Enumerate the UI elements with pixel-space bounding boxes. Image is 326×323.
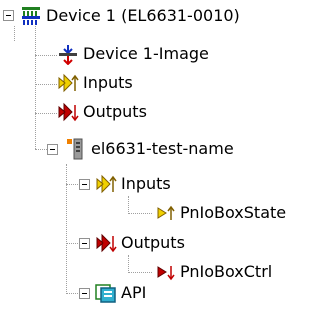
tree-connector <box>35 84 57 85</box>
inputs-icon <box>57 72 79 94</box>
tree-connector <box>35 113 57 114</box>
collapse-toggle-box-inputs[interactable] <box>79 179 90 190</box>
box-module-icon <box>65 138 87 160</box>
input-variable-icon <box>154 202 176 224</box>
collapse-toggle-api[interactable] <box>79 288 90 299</box>
tree-node-label: Inputs <box>83 73 133 92</box>
tree-connector <box>128 213 152 214</box>
tree-view: Device 1 (EL6631-0010) Device 1-Image In… <box>0 0 326 323</box>
tree-node-label: PnIoBoxCtrl <box>180 262 273 281</box>
tree-node-label: Outputs <box>121 233 185 252</box>
collapse-toggle-box[interactable] <box>47 144 58 155</box>
tree-connector <box>35 26 36 149</box>
tree-node-label: Outputs <box>83 102 147 121</box>
tree-connector <box>35 55 57 56</box>
tree-node-label: PnIoBoxState <box>180 203 287 222</box>
tree-node-pnioboxctrl[interactable]: PnIoBoxCtrl <box>154 260 272 284</box>
tree-connector <box>128 272 152 273</box>
device-image-icon <box>57 43 79 65</box>
tree-node-device[interactable]: Device 1 (EL6631-0010) <box>20 4 240 28</box>
device-network-icon <box>20 5 42 27</box>
tree-node-api[interactable]: API <box>95 281 146 305</box>
tree-node-box[interactable]: el6631-test-name <box>65 137 234 161</box>
tree-node-label: el6631-test-name <box>91 139 234 158</box>
tree-connector <box>14 26 15 41</box>
tree-node-label: Inputs <box>121 174 171 193</box>
tree-node-label: Device 1 (EL6631-0010) <box>46 6 240 25</box>
outputs-icon <box>95 232 117 254</box>
tree-connector <box>128 255 129 273</box>
inputs-icon <box>95 173 117 195</box>
tree-node-label: Device 1-Image <box>83 44 209 63</box>
tree-connector <box>66 184 80 185</box>
output-variable-icon <box>154 261 176 283</box>
tree-connector <box>128 196 129 214</box>
tree-node-outputs[interactable]: Outputs <box>57 100 147 124</box>
tree-node-box-outputs[interactable]: Outputs <box>95 231 185 255</box>
tree-connector <box>66 243 80 244</box>
tree-node-box-inputs[interactable]: Inputs <box>95 172 171 196</box>
api-icon <box>95 282 117 304</box>
tree-node-device-image[interactable]: Device 1-Image <box>57 42 209 66</box>
outputs-icon <box>57 101 79 123</box>
collapse-toggle-root[interactable] <box>3 10 14 21</box>
tree-connector <box>66 293 80 294</box>
tree-node-pnioboxstate[interactable]: PnIoBoxState <box>154 201 286 225</box>
tree-node-label: API <box>121 283 147 302</box>
collapse-toggle-box-outputs[interactable] <box>79 238 90 249</box>
tree-node-inputs[interactable]: Inputs <box>57 71 133 95</box>
